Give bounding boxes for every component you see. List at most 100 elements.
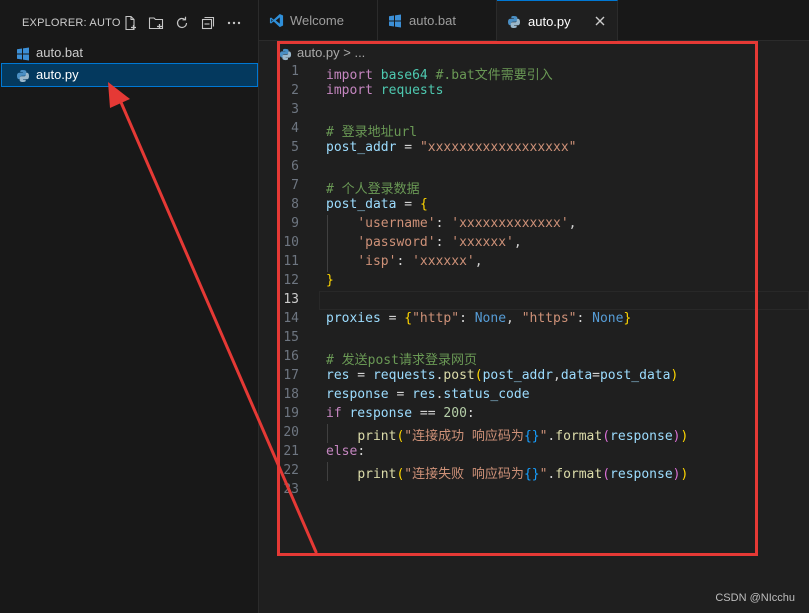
code-token: ( <box>474 368 483 383</box>
code-token: {} <box>523 429 540 444</box>
code-line[interactable]: 1 import base64 #.bat文件需要引入 <box>259 63 809 83</box>
code-text: } <box>326 273 334 288</box>
code-line[interactable]: 22 print("连接失败 响应码为{}".format(response)) <box>259 462 809 482</box>
code-token: = <box>592 368 600 383</box>
collapse-all-icon[interactable] <box>198 13 218 33</box>
code-token: = <box>396 140 420 155</box>
code-line[interactable]: 6 <box>259 158 809 177</box>
code-token: # 发送post请求登录网页 <box>326 353 477 368</box>
windows-icon <box>16 46 30 61</box>
code-token: , <box>506 311 522 326</box>
code-line[interactable]: 16 # 发送post请求登录网页 <box>259 348 809 368</box>
explorer-sidebar: EXPLORER: AUTO auto.bat auto.py <box>0 0 259 613</box>
code-text: import requests <box>326 83 443 98</box>
tab-auto-bat[interactable]: auto.bat <box>378 0 497 40</box>
code-token: ) <box>672 429 681 444</box>
code-line[interactable]: 15 <box>259 329 809 348</box>
code-line[interactable]: 23 <box>259 481 809 500</box>
line-number: 20 <box>283 425 299 440</box>
code-line[interactable]: 8 post_data = { <box>259 196 809 215</box>
code-line[interactable]: 21 else: <box>259 443 809 462</box>
line-number: 13 <box>283 292 299 307</box>
code-token: 200 <box>443 406 467 421</box>
code-line[interactable]: 4 # 登录地址url <box>259 120 809 140</box>
line-number: 9 <box>291 216 299 231</box>
line-number: 4 <box>291 121 299 136</box>
code-line[interactable]: 17 res = requests.post(post_addr,data=pos… <box>259 367 809 386</box>
code-token: res <box>412 387 436 402</box>
code-line[interactable]: 13 <box>259 291 809 310</box>
vscode-window: EXPLORER: AUTO auto.bat auto.py Welcome … <box>0 0 809 613</box>
code-token: } <box>326 273 334 288</box>
code-token: if <box>326 406 342 421</box>
breadcrumb-path: auto.py > ... <box>297 45 366 60</box>
code-token: post_data <box>599 368 671 383</box>
code-editor[interactable]: auto.py > ... 1 import base64 #.bat文件需要引入… <box>259 41 809 613</box>
code-text: else: <box>326 444 365 459</box>
code-token: import <box>326 68 373 83</box>
code-token: , <box>513 235 522 250</box>
code-token: post_addr <box>482 368 554 383</box>
indent-guide <box>327 424 328 443</box>
code-text: # 发送post请求登录网页 <box>326 349 477 368</box>
line-number: 11 <box>283 254 299 269</box>
code-line[interactable]: 9 'username': 'xxxxxxxxxxxxx', <box>259 215 809 234</box>
code-text: response = res.status_code <box>326 387 530 402</box>
line-number: 21 <box>283 444 299 459</box>
code-line[interactable]: 11 'isp': 'xxxxxx', <box>259 253 809 272</box>
code-token: : <box>435 216 452 231</box>
code-line[interactable]: 20 print("连接成功 响应码为{}".format(response)) <box>259 424 809 444</box>
code-line[interactable]: 7 # 个人登录数据 <box>259 177 809 197</box>
code-token: requests <box>380 83 444 98</box>
tab-welcome[interactable]: Welcome <box>259 0 378 40</box>
code-line[interactable]: 3 <box>259 101 809 120</box>
code-line[interactable]: 18 response = res.status_code <box>259 386 809 405</box>
windows-icon <box>388 13 403 28</box>
code-token: : <box>435 235 452 250</box>
code-token: 'password' <box>357 235 436 250</box>
file-item-auto-bat[interactable]: auto.bat <box>2 42 257 64</box>
python-icon <box>16 68 30 82</box>
code-token: post_data <box>326 197 397 212</box>
code-token: , <box>553 368 561 383</box>
code-token: : <box>459 311 475 326</box>
code-text: 'isp': 'xxxxxx', <box>326 254 482 269</box>
new-file-icon[interactable] <box>120 13 140 33</box>
code-token: } <box>623 311 632 326</box>
line-number: 23 <box>283 482 299 497</box>
code-line[interactable]: 14 proxies = {"http": None, "https": None… <box>259 310 809 329</box>
file-name: auto.bat <box>36 45 83 60</box>
line-number: 10 <box>283 235 299 250</box>
line-number: 5 <box>291 140 299 155</box>
code-token: "xxxxxxxxxxxxxxxxxx" <box>419 140 577 155</box>
code-token: else <box>326 444 358 459</box>
line-number: 22 <box>283 463 299 478</box>
code-text: # 个人登录数据 <box>326 178 420 197</box>
more-icon[interactable] <box>224 13 244 33</box>
code-text: # 登录地址url <box>326 121 417 140</box>
close-icon[interactable] <box>593 13 607 27</box>
code-text: 'password': 'xxxxxx', <box>326 235 522 250</box>
code-line[interactable]: 19 if response == 200: <box>259 405 809 424</box>
file-item-auto-py[interactable]: auto.py <box>1 63 258 87</box>
code-token: = <box>349 368 373 383</box>
tab-auto-py[interactable]: auto.py <box>497 0 618 41</box>
new-folder-icon[interactable] <box>146 13 166 33</box>
line-number: 2 <box>291 83 299 98</box>
refresh-icon[interactable] <box>172 13 192 33</box>
line-number: 12 <box>283 273 299 288</box>
code-token: ( <box>602 467 611 482</box>
code-token: "http" <box>412 311 460 326</box>
indent-guide <box>327 462 328 481</box>
code-line[interactable]: 10 'password': 'xxxxxx', <box>259 234 809 253</box>
tab-bar: Welcome auto.bat auto.py <box>259 0 809 41</box>
code-token: response <box>610 429 673 444</box>
code-token: 'xxxxxx' <box>412 254 475 269</box>
code-line[interactable]: 2 import requests <box>259 82 809 101</box>
code-line[interactable]: 5 post_addr = "xxxxxxxxxxxxxxxxxx" <box>259 139 809 158</box>
code-line[interactable]: 12} <box>259 272 809 291</box>
